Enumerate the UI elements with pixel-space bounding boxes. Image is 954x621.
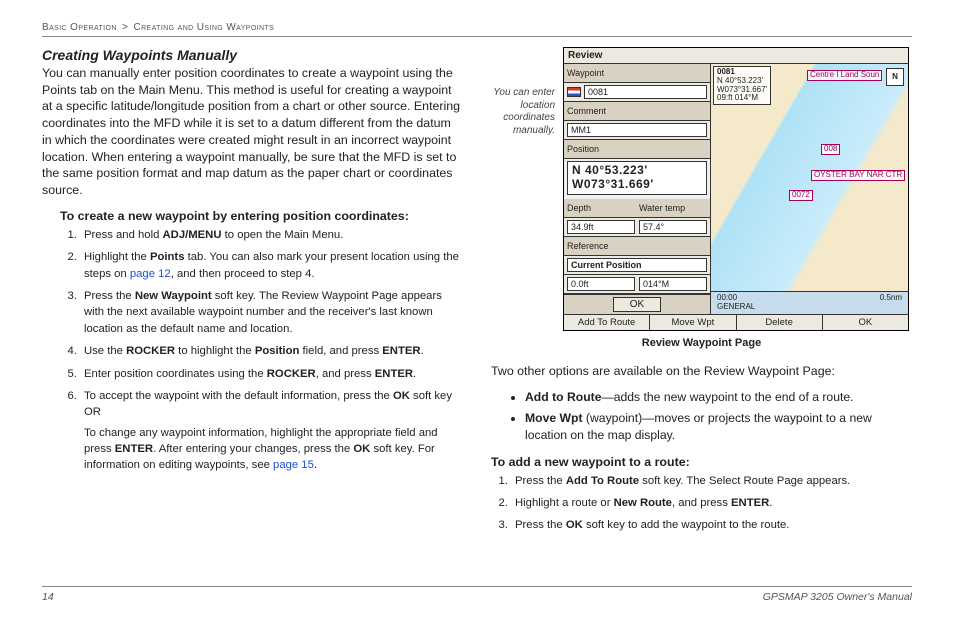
position-lat: N 40°53.223' <box>572 164 702 178</box>
row-waypoint-label: Waypoint <box>564 64 710 83</box>
device-titlebar: Review <box>564 48 908 64</box>
bullet-move-wpt: Move Wpt (waypoint)—moves or projects th… <box>525 410 912 444</box>
right-column: You can enter location coordinates manua… <box>491 47 912 544</box>
map-footer: 00:00 GENERAL 0.5nm <box>711 291 908 314</box>
procedure-heading-create: To create a new waypoint by entering pos… <box>60 209 463 223</box>
page-footer: 14 GPSMAP 3205 Owner's Manual <box>42 586 912 603</box>
figure-callout: You can enter location coordinates manua… <box>491 47 555 137</box>
breadcrumb-sep: > <box>120 22 130 33</box>
bullet-add-to-route: Add to Route—adds the new waypoint to th… <box>525 389 912 406</box>
row-reference-label: Reference <box>564 237 710 256</box>
page-number: 14 <box>42 591 54 603</box>
current-position-field[interactable]: Current Position <box>567 258 707 272</box>
row-curpos-values: 0.0ft 014°M <box>564 275 710 294</box>
route-step-2: Highlight a route or New Route, and pres… <box>511 495 912 511</box>
softkey-delete[interactable]: Delete <box>737 315 823 330</box>
map-marks: Centre I Land Soun 008 OYSTER BAY NAR CT… <box>711 64 908 314</box>
row-comment-value: MM1 <box>564 121 710 140</box>
manual-title: GPSMAP 3205 Owner's Manual <box>763 591 912 603</box>
other-options-intro: Two other options are available on the R… <box>491 363 912 380</box>
steps-create: Press and hold ADJ/MENU to open the Main… <box>60 227 463 474</box>
breadcrumb-section: Basic Operation <box>42 22 117 33</box>
depth-field[interactable]: 34.9ft <box>567 220 635 234</box>
device-map-panel[interactable]: 0081 N 40°53.223' W073°31.667' 09:ft 014… <box>711 64 908 314</box>
step-5: Enter position coordinates using the ROC… <box>80 366 463 382</box>
softkey-move-wpt[interactable]: Move Wpt <box>650 315 736 330</box>
watertemp-label: Water temp <box>639 203 707 213</box>
watertemp-field[interactable]: 57.4° <box>639 220 707 234</box>
map-mark-1: Centre I Land Soun <box>807 70 882 81</box>
position-field[interactable]: N 40°53.223' W073°31.669' <box>567 161 707 195</box>
comment-field[interactable]: MM1 <box>567 123 707 137</box>
row-depth-temp-values: 34.9ft 57.4° <box>564 218 710 237</box>
route-step-3: Press the OK soft key to add the waypoin… <box>511 517 912 533</box>
curpos-bearing: 014°M <box>639 277 707 291</box>
section-heading: Creating Waypoints Manually <box>42 47 463 63</box>
breadcrumb-subsection: Creating and Using Waypoints <box>133 22 274 33</box>
form-ok-button[interactable]: OK <box>613 297 661 312</box>
map-footer-src: GENERAL <box>717 302 755 311</box>
breadcrumb: Basic Operation > Creating and Using Way… <box>42 22 912 37</box>
step-6: To accept the waypoint with the default … <box>80 388 463 474</box>
map-mark-2: 008 <box>821 144 840 155</box>
other-options-list: Add to Route—adds the new waypoint to th… <box>509 389 912 444</box>
row-position-label: Position <box>564 140 710 159</box>
step-2: Highlight the Points tab. You can also m… <box>80 249 463 282</box>
flag-icon <box>567 87 581 97</box>
intro-paragraph: You can manually enter position coordina… <box>42 65 463 199</box>
route-step-1: Press the Add To Route soft key. The Sel… <box>511 473 912 489</box>
row-depth-temp-labels: Depth Water temp <box>564 199 710 218</box>
position-lon: W073°31.669' <box>572 178 702 192</box>
map-footer-time: 00:00 <box>717 293 755 302</box>
softkey-add-to-route[interactable]: Add To Route <box>564 315 650 330</box>
step-3: Press the New Waypoint soft key. The Rev… <box>80 288 463 337</box>
link-page-12[interactable]: page 12 <box>130 268 171 280</box>
map-mark-4: 0072 <box>789 190 813 201</box>
figure-caption: Review Waypoint Page <box>491 337 912 349</box>
device-screenshot: Review Waypoint 0081 Comment MM1 <box>563 47 909 331</box>
map-mark-3: OYSTER BAY NAR CTR <box>811 170 905 181</box>
softkey-ok[interactable]: OK <box>823 315 908 330</box>
device-form-panel: Waypoint 0081 Comment MM1 Position <box>564 64 711 314</box>
device-softkeys: Add To Route Move Wpt Delete OK <box>564 314 908 330</box>
waypoint-id-field[interactable]: 0081 <box>584 85 707 99</box>
link-page-15[interactable]: page 15 <box>273 459 314 471</box>
steps-addroute: Press the Add To Route soft key. The Sel… <box>491 473 912 534</box>
row-waypoint-value: 0081 <box>564 83 710 102</box>
row-comment-label: Comment <box>564 102 710 121</box>
step-1: Press and hold ADJ/MENU to open the Main… <box>80 227 463 243</box>
form-ok-row: OK <box>564 294 710 314</box>
left-column: Creating Waypoints Manually You can manu… <box>42 47 463 544</box>
map-footer-scale: 0.5nm <box>880 293 902 302</box>
depth-label: Depth <box>567 203 635 213</box>
procedure-heading-addroute: To add a new waypoint to a route: <box>491 455 912 469</box>
curpos-distance: 0.0ft <box>567 277 635 291</box>
step-4: Use the ROCKER to highlight the Position… <box>80 343 463 359</box>
row-current-position: Current Position <box>564 256 710 275</box>
